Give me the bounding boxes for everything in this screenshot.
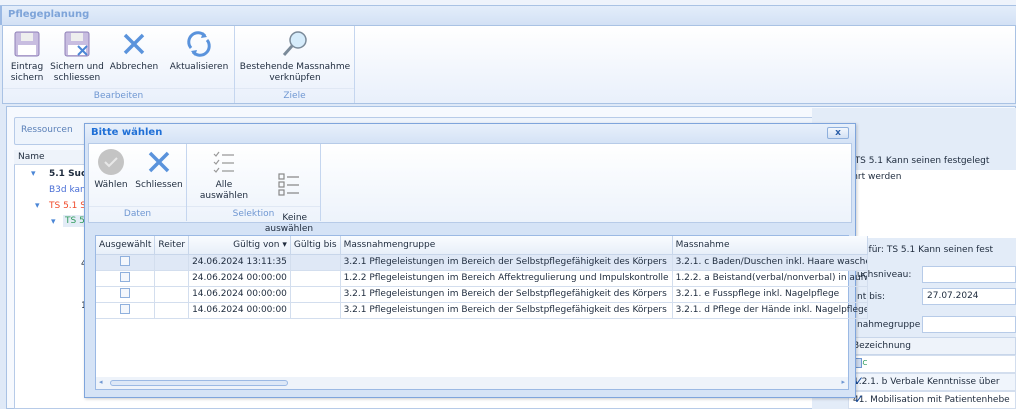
until-date-input[interactable]: 27.07.2024: [922, 288, 1016, 305]
scroll-left-icon[interactable]: ◂: [99, 378, 103, 386]
expand-icon[interactable]: ▾: [35, 201, 40, 211]
dialog-ribbon: Wählen Schliessen Daten Alle auswählen K…: [88, 143, 852, 234]
col-gueltig-bis[interactable]: Gültig bis: [290, 236, 341, 255]
expand-icon[interactable]: ▾: [31, 169, 36, 179]
row-checkbox[interactable]: [120, 287, 131, 298]
dialog-title: Bitte wählen: [85, 124, 855, 142]
dialog-close-button[interactable]: x: [827, 127, 849, 139]
filter-row[interactable]: RBC: [848, 355, 1016, 373]
tree-header-name[interactable]: Name: [14, 150, 94, 165]
expand-icon[interactable]: ▾: [51, 217, 56, 227]
col-ausgewaehlt[interactable]: Ausgewählt: [96, 236, 156, 255]
magnifier-icon: [282, 31, 307, 56]
main-ribbon: Eintrag sichern Sichern und schliessen A…: [2, 25, 1016, 104]
sort-desc-icon: ▾: [282, 239, 287, 250]
group-input[interactable]: [922, 316, 1016, 333]
scroll-right-icon[interactable]: ▸: [841, 378, 845, 386]
save-button[interactable]: Eintrag sichern: [7, 30, 47, 84]
col-massnahme[interactable]: Massnahme: [672, 236, 868, 255]
save-close-button[interactable]: Sichern und schliessen: [49, 30, 105, 84]
grid-header-bezeichnung[interactable]: Bezeichnung: [848, 337, 1016, 355]
horizontal-scrollbar[interactable]: ◂ ▸: [96, 377, 848, 389]
row-checkbox[interactable]: [120, 303, 131, 314]
group-caption: Bearbeiten: [3, 88, 234, 101]
select-none-button[interactable]: Keine auswählen: [261, 148, 317, 246]
table-row[interactable]: 14.06.2024 00:00:00 3.2.1 Pflegeleistung…: [96, 286, 868, 303]
level-input[interactable]: [922, 266, 1016, 283]
floppy-icon: [14, 31, 40, 57]
link-measure-button[interactable]: Bestehende Massnahme verknüpfen: [239, 30, 351, 84]
ribbon-group-ziele: Bestehende Massnahme verknüpfen Ziele: [235, 26, 355, 103]
close-icon: [123, 33, 145, 55]
window-title: Pflegeplanung: [0, 6, 1016, 25]
group-caption: Daten: [89, 206, 186, 219]
checklist-icon: [213, 151, 234, 173]
group-label: nahmegruppe: [857, 320, 921, 330]
close-button[interactable]: Schliessen: [133, 148, 185, 191]
group-caption: Ziele: [235, 88, 354, 101]
table-row[interactable]: 14.06.2024 00:00:00 3.2.1 Pflegeleistung…: [96, 302, 868, 319]
list-item[interactable]: 1.2.1. b Verbale Kenntnisse über: [848, 373, 1016, 391]
col-massnahmengruppe[interactable]: Massnahmengruppe: [340, 236, 673, 255]
table-row[interactable]: 24.06.2024 00:00:00 1.2.2 Pflegeleistung…: [96, 270, 868, 287]
close-icon: [148, 151, 170, 173]
ribbon-group-selektion: Alle auswählen Keine auswählen Selektion: [187, 144, 321, 234]
select-all-button[interactable]: Alle auswählen: [191, 148, 257, 202]
ribbon-group-daten: Wählen Schliessen Daten: [89, 144, 187, 221]
empty-checklist-icon: [278, 173, 299, 196]
col-reiter[interactable]: Reiter: [154, 236, 190, 255]
select-dialog: Bitte wählen x Wählen Schliessen Daten A…: [84, 123, 868, 398]
group-caption: Selektion: [187, 206, 320, 219]
table-row[interactable]: 24.06.2024 13:11:35 3.2.1 Pflegeleistung…: [96, 254, 868, 271]
refresh-button[interactable]: Aktualisieren: [167, 30, 231, 73]
selection-grid: Ausgewählt Reiter Gültig von ▾ Gültig bi…: [95, 235, 868, 390]
ribbon-group-bearbeiten: Eintrag sichern Sichern und schliessen A…: [3, 26, 235, 103]
cancel-button[interactable]: Abbrechen: [107, 30, 161, 73]
tree-node[interactable]: TS 5.1 S: [49, 201, 86, 211]
floppy-close-icon: [64, 31, 90, 57]
choose-button[interactable]: Wählen: [91, 148, 131, 191]
col-gueltig-von[interactable]: Gültig von ▾: [188, 236, 291, 255]
refresh-icon: [187, 31, 211, 57]
row-checkbox[interactable]: [120, 255, 131, 266]
row-checkbox[interactable]: [120, 271, 131, 282]
list-item[interactable]: 41. Mobilisation mit Patientenhebe: [848, 391, 1016, 409]
scrollbar-thumb[interactable]: [110, 380, 288, 386]
checkmark-circle-icon: [98, 149, 124, 175]
grid-header-row: Ausgewählt Reiter Gültig von ▾ Gültig bi…: [96, 236, 868, 255]
